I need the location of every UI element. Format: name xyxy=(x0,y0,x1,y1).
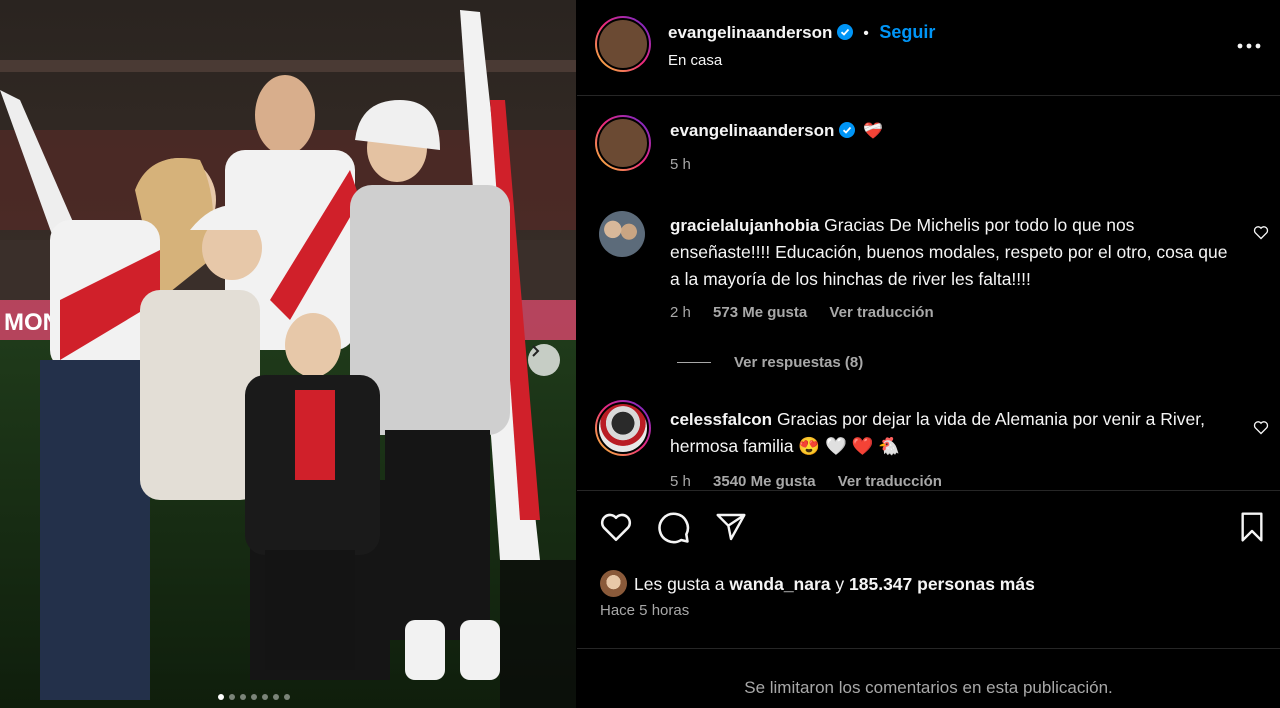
share-button[interactable] xyxy=(715,511,747,548)
likes-count[interactable]: 185.347 personas más xyxy=(849,574,1035,594)
comment-author[interactable]: gracielalujanhobia xyxy=(670,216,819,235)
comment-body: celessfalcon Gracias por dejar la vida d… xyxy=(670,406,1230,460)
comment-meta: 2 h 573 Me gusta Ver traducción xyxy=(670,304,934,321)
caption-line: evangelinaanderson ❤️‍🩹 xyxy=(670,121,883,141)
carousel-dot xyxy=(240,694,246,700)
comment-avatar-image xyxy=(599,211,645,257)
comment-bubble-icon xyxy=(658,512,690,544)
likes-summary: Les gusta a wanda_nara y 185.347 persona… xyxy=(634,574,1035,595)
liker-avatar[interactable] xyxy=(600,570,627,597)
comment-likes[interactable]: 573 Me gusta xyxy=(713,304,807,321)
comment-body: gracielalujanhobia Gracias De Michelis p… xyxy=(670,212,1230,293)
header-separator: • xyxy=(863,25,869,42)
post-timestamp[interactable]: Hace 5 horas xyxy=(600,602,689,619)
chevron-right-icon xyxy=(532,345,540,357)
comment-meta-clip: 5 h 3540 Me gusta Ver traducción xyxy=(577,472,1280,490)
more-options-button[interactable] xyxy=(1237,36,1261,54)
comment-avatar[interactable] xyxy=(599,211,645,257)
post-details-panel: evangelinaanderson • Seguir En casa evan… xyxy=(577,0,1280,708)
author-username[interactable]: evangelinaanderson xyxy=(668,23,832,42)
save-button[interactable] xyxy=(1237,511,1267,548)
heart-outline-icon xyxy=(600,513,632,542)
comment-time[interactable]: 5 h xyxy=(670,473,691,490)
post-header: evangelinaanderson • Seguir xyxy=(668,22,935,43)
liker-avatar-image xyxy=(600,570,627,597)
comment-button[interactable] xyxy=(657,511,691,550)
view-replies-button[interactable]: Ver respuestas (8) xyxy=(734,354,863,371)
caption-avatar-image xyxy=(597,117,649,169)
heart-outline-icon xyxy=(1253,226,1269,240)
follow-button[interactable]: Seguir xyxy=(879,22,935,42)
header-divider xyxy=(577,95,1280,96)
carousel-dot xyxy=(262,694,268,700)
liker-username[interactable]: wanda_nara xyxy=(729,574,830,594)
translate-link[interactable]: Ver traducción xyxy=(838,473,942,490)
comment-likes[interactable]: 3540 Me gusta xyxy=(713,473,816,490)
post-location[interactable]: En casa xyxy=(668,52,722,69)
send-paper-plane-icon xyxy=(716,513,746,541)
carousel-indicator xyxy=(218,694,290,700)
carousel-dot xyxy=(284,694,290,700)
carousel-dot xyxy=(229,694,235,700)
more-horizontal-icon xyxy=(1237,43,1261,49)
caption-author-username[interactable]: evangelinaanderson xyxy=(670,121,834,140)
footer-divider xyxy=(577,648,1280,649)
author-avatar[interactable] xyxy=(595,16,651,72)
bookmark-icon xyxy=(1241,512,1263,542)
verified-badge-icon xyxy=(838,122,855,138)
author-avatar-image xyxy=(597,18,649,70)
post-photo[interactable]: MON xyxy=(0,0,576,708)
comment-author[interactable]: celessfalcon xyxy=(670,410,772,429)
comment-time[interactable]: 2 h xyxy=(670,304,691,321)
like-button[interactable] xyxy=(599,511,633,548)
likes-prefix: Les gusta a xyxy=(634,574,725,594)
photo-illustration: MON xyxy=(0,0,576,708)
comment-avatar[interactable] xyxy=(595,400,651,456)
carousel-dot xyxy=(273,694,279,700)
caption-time[interactable]: 5 h xyxy=(670,156,691,173)
translate-link[interactable]: Ver traducción xyxy=(829,304,933,321)
carousel-dot xyxy=(218,694,224,700)
comment-like-button[interactable] xyxy=(1253,420,1269,440)
comment-avatar-image xyxy=(597,402,649,454)
comments-divider xyxy=(577,490,1280,491)
carousel-next-button[interactable] xyxy=(528,344,560,376)
caption-emoji: ❤️‍🩹 xyxy=(863,123,884,140)
comment-meta: 5 h 3540 Me gusta Ver traducción xyxy=(670,473,942,490)
comment-like-button[interactable] xyxy=(1253,225,1269,245)
likes-connector: y xyxy=(835,574,845,594)
replies-line xyxy=(677,362,711,363)
caption-author-avatar[interactable] xyxy=(595,115,651,171)
carousel-dot xyxy=(251,694,257,700)
verified-badge-icon xyxy=(836,24,853,40)
heart-outline-icon xyxy=(1253,421,1269,435)
comments-restricted-notice: Se limitaron los comentarios en esta pub… xyxy=(744,678,1113,697)
